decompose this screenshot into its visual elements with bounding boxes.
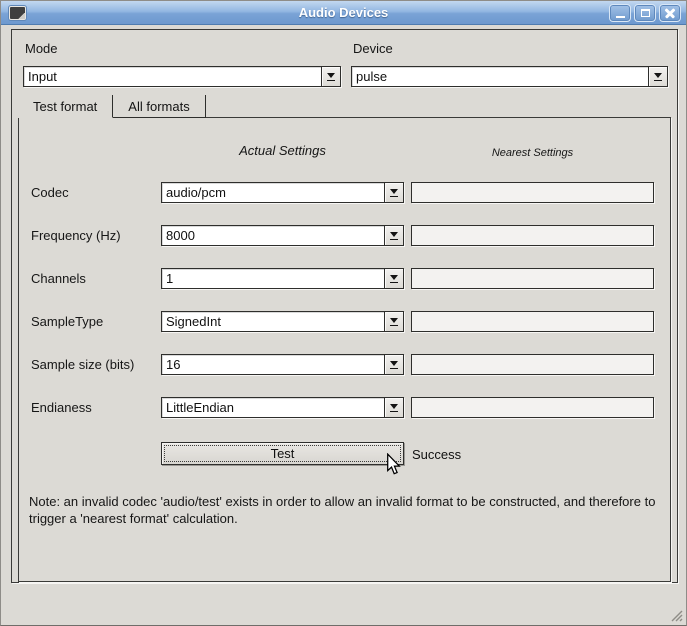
tab-test-format[interactable]: Test format [18,95,113,118]
device-label: Device [353,41,393,56]
dropdown-arrow-icon[interactable] [321,67,340,86]
tab-all-formats[interactable]: All formats [113,95,205,118]
mode-select-value: Input [24,67,321,86]
minimize-button[interactable] [609,4,631,22]
tab-pane [18,117,671,582]
device-select[interactable]: pulse [351,66,668,87]
close-button[interactable] [659,4,681,22]
window-title: Audio Devices [1,5,686,20]
maximize-icon [641,9,650,17]
tab-bar: Test format All formats [18,95,206,118]
minimize-icon [616,16,625,18]
titlebar[interactable]: Audio Devices [1,1,686,25]
close-icon [665,8,675,18]
window: Audio Devices Mode Device Input pulse Te… [0,0,687,626]
resize-grip-icon[interactable] [669,608,683,622]
device-select-value: pulse [352,67,648,86]
dropdown-arrow-icon[interactable] [648,67,667,86]
maximize-button[interactable] [634,4,656,22]
mode-select[interactable]: Input [23,66,341,87]
window-controls [609,4,681,22]
mode-label: Mode [25,41,58,56]
